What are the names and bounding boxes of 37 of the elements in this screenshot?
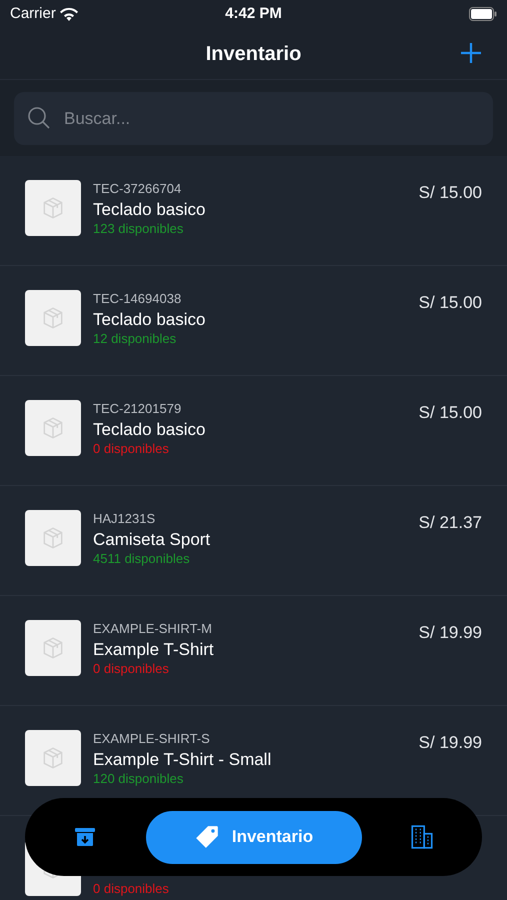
plus-icon	[460, 42, 482, 64]
stock-label: 120 disponibles	[93, 771, 184, 787]
product-name: Teclado basico	[93, 419, 206, 441]
product-price: S/ 19.99	[418, 732, 482, 752]
product-name: Example T-Shirt - Small	[93, 749, 272, 771]
tab[interactable]: Inventario	[146, 810, 362, 864]
search-icon	[27, 106, 51, 130]
buildings-icon	[409, 824, 435, 850]
stock-label: 0 disponibles	[93, 661, 170, 677]
carrier-label: Carrier	[10, 4, 56, 24]
product-price: S/ 15.00	[418, 402, 482, 422]
product-name: Example T-Shirt	[93, 639, 215, 661]
product-sku: TEC-37266704	[93, 181, 182, 197]
search-field[interactable]: Buscar...	[14, 92, 493, 145]
stock-label: 0 disponibles	[93, 441, 170, 457]
product-name: Camiseta Sport	[93, 529, 212, 551]
product-name: Teclado basico	[93, 309, 206, 331]
product-name: Teclado basico	[93, 199, 206, 221]
product-price: S/ 15.00	[418, 182, 482, 202]
product-price: S/ 19.99	[418, 622, 482, 642]
product-sku: HAJ1231S	[93, 511, 156, 527]
clock: 4:42 PM	[225, 4, 282, 24]
battery-icon	[468, 7, 497, 21]
wifi-icon	[60, 8, 78, 20]
archive-icon	[73, 825, 97, 849]
tag-icon	[194, 824, 220, 850]
stock-label: 4511 disponibles	[93, 551, 191, 567]
stock-label: 0 disponibles	[93, 881, 170, 897]
product-price: S/ 15.00	[418, 292, 482, 312]
product-price: S/ 21.37	[418, 512, 482, 532]
product-sku: EXAMPLE-SHIRT-S	[93, 731, 211, 747]
stock-label: 12 disponibles	[93, 331, 178, 347]
stock-label: 123 disponibles	[93, 221, 184, 237]
product-sku: EXAMPLE-SHIRT-M	[93, 621, 213, 637]
product-sku: TEC-14694038	[93, 291, 182, 307]
screen-title: Inventario	[206, 42, 302, 66]
product-sku: TEC-21201579	[93, 401, 182, 417]
